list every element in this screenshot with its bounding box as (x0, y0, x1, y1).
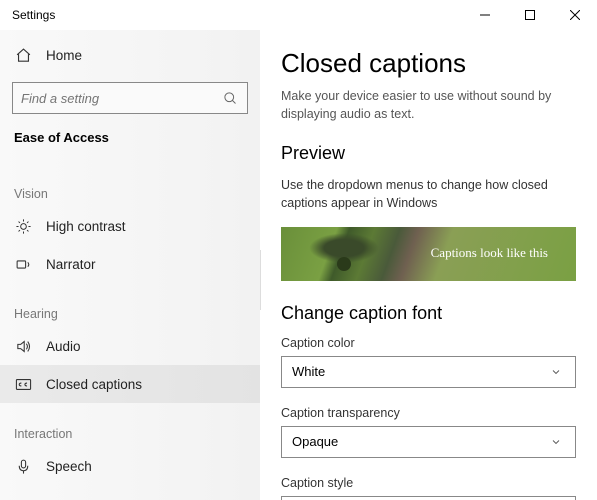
caption-transparency-label: Caption transparency (281, 406, 577, 420)
sidebar-item-label: Speech (46, 459, 92, 474)
search-input[interactable] (12, 82, 248, 114)
speech-icon (14, 457, 32, 475)
chevron-down-icon (547, 363, 565, 381)
contrast-icon (14, 217, 32, 235)
sidebar-item-label: Home (46, 48, 82, 63)
select-value: Opaque (292, 434, 338, 449)
audio-icon (14, 337, 32, 355)
sidebar-item-label: Narrator (46, 257, 96, 272)
sidebar-item-label: Audio (46, 339, 81, 354)
caption-color-label: Caption color (281, 336, 577, 350)
preview-heading: Preview (281, 143, 577, 164)
sidebar-item-narrator[interactable]: Narrator (0, 245, 260, 283)
titlebar: Settings (0, 0, 597, 30)
select-value: White (292, 364, 325, 379)
page-title: Closed captions (281, 48, 577, 79)
minimize-button[interactable] (462, 0, 507, 30)
closed-captions-icon (14, 375, 32, 393)
home-icon (14, 46, 32, 64)
caption-preview: Captions look like this (281, 227, 576, 281)
content-area: Closed captions Make your device easier … (261, 30, 597, 500)
sidebar-item-home[interactable]: Home (0, 36, 260, 74)
caption-color-select[interactable]: White (281, 356, 576, 388)
sidebar: Home Ease of Access Vision High contrast (0, 30, 260, 500)
sidebar-item-closed-captions[interactable]: Closed captions (0, 365, 260, 403)
maximize-button[interactable] (507, 0, 552, 30)
chevron-down-icon (547, 433, 565, 451)
sidebar-item-audio[interactable]: Audio (0, 327, 260, 365)
group-vision: Vision (0, 163, 260, 207)
narrator-icon (14, 255, 32, 273)
close-button[interactable] (552, 0, 597, 30)
change-font-heading: Change caption font (281, 303, 577, 324)
sidebar-section-title: Ease of Access (0, 124, 260, 163)
search-field[interactable] (21, 91, 221, 106)
sidebar-item-label: High contrast (46, 219, 126, 234)
sidebar-item-high-contrast[interactable]: High contrast (0, 207, 260, 245)
window-controls (462, 0, 597, 30)
preview-instructions: Use the dropdown menus to change how clo… (281, 176, 577, 212)
search-icon (221, 89, 239, 107)
group-interaction: Interaction (0, 403, 260, 447)
caption-style-label: Caption style (281, 476, 577, 490)
group-hearing: Hearing (0, 283, 260, 327)
sidebar-item-speech[interactable]: Speech (0, 447, 260, 485)
sidebar-item-label: Closed captions (46, 377, 142, 392)
caption-sample-text: Captions look like this (431, 245, 548, 261)
caption-transparency-select[interactable]: Opaque (281, 426, 576, 458)
window-title: Settings (12, 8, 55, 22)
caption-style-select[interactable]: Proportional serif (281, 496, 576, 500)
page-description: Make your device easier to use without s… (281, 87, 577, 123)
